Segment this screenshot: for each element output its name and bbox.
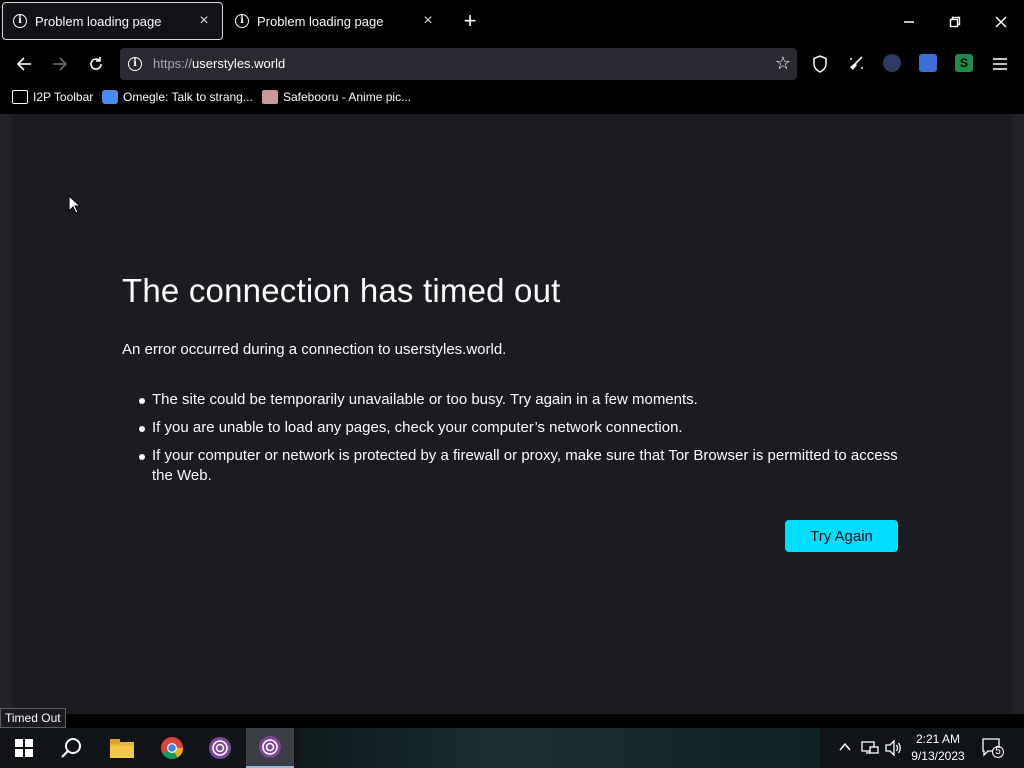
bookmark-i2p-toolbar[interactable]: I2P Toolbar <box>12 90 93 104</box>
network-button[interactable] <box>861 740 879 759</box>
close-icon <box>995 16 1007 28</box>
tab-problem-loading-active[interactable]: i Problem loading page × <box>2 2 223 40</box>
arrow-right-icon <box>53 57 68 71</box>
list-item: If you are unable to load any pages, che… <box>122 418 912 438</box>
system-clock[interactable]: 2:21 AM 9/13/2023 <box>906 731 970 765</box>
url-host: userstyles.world <box>192 56 286 71</box>
stylus-extension-icon[interactable]: S <box>955 54 973 72</box>
chrome-icon <box>161 737 183 759</box>
bookmark-label: Safebooru - Anime pic... <box>283 90 412 104</box>
status-panel: Timed Out <box>0 708 66 728</box>
tor-browser-button[interactable] <box>196 728 244 768</box>
extension-badge-icon[interactable] <box>919 54 937 72</box>
error-description: An error occurred during a connection to… <box>122 341 507 358</box>
start-button[interactable] <box>0 728 48 768</box>
file-explorer-button[interactable] <box>98 728 146 768</box>
tor-browser-icon <box>209 737 231 759</box>
info-icon: i <box>235 14 249 28</box>
bookmark-label: I2P Toolbar <box>33 90 94 104</box>
windows-logo-icon <box>15 739 33 757</box>
notification-count: 5 <box>995 746 1001 757</box>
site-info-icon[interactable]: i <box>128 57 142 71</box>
try-again-button[interactable]: Try Again <box>785 520 898 552</box>
chrome-button[interactable] <box>148 728 196 768</box>
menu-button[interactable] <box>988 52 1012 76</box>
network-icon <box>861 741 879 754</box>
info-icon: i <box>13 14 27 28</box>
folder-icon <box>110 739 134 758</box>
tor-circuit-button[interactable] <box>844 52 868 76</box>
shield-icon <box>813 55 827 73</box>
restore-button[interactable] <box>941 8 969 36</box>
bookmark-label: Omegle: Talk to strang... <box>123 90 253 104</box>
new-tab-button[interactable]: + <box>458 10 482 34</box>
volume-button[interactable] <box>885 739 903 759</box>
url-scheme: https:// <box>153 56 193 71</box>
tor-browser-active-button[interactable] <box>246 728 294 768</box>
list-item: The site could be temporarily unavailabl… <box>122 390 912 410</box>
bookmark-safebooru[interactable]: Safebooru - Anime pic... <box>262 90 411 104</box>
extension-globe-icon[interactable] <box>883 54 901 72</box>
mouse-cursor-icon <box>68 195 82 214</box>
bookmark-star-icon[interactable]: ☆ <box>775 53 791 74</box>
error-suggestions-list: The site could be temporarily unavailabl… <box>122 390 912 494</box>
url-text[interactable]: https://userstyles.world <box>153 56 285 71</box>
bookmark-omegle[interactable]: Omegle: Talk to strang... <box>102 90 253 104</box>
content-left-edge <box>0 114 12 714</box>
tor-browser-icon <box>259 736 281 758</box>
tab-strip: i Problem loading page × i Problem loadi… <box>0 0 1024 44</box>
error-title: The connection has timed out <box>122 272 561 309</box>
navigation-bar: i https://userstyles.world ☆ S <box>0 44 1024 84</box>
folder-icon <box>12 90 28 104</box>
show-hidden-icons-button[interactable] <box>838 740 852 757</box>
chevron-up-icon <box>839 742 851 751</box>
close-window-button[interactable] <box>987 8 1015 36</box>
tab-title: Problem loading page <box>35 13 162 29</box>
hamburger-menu-icon <box>993 58 1007 70</box>
arrow-left-icon <box>16 57 31 71</box>
url-bar[interactable]: i https://userstyles.world ☆ <box>120 48 797 80</box>
reload-button[interactable] <box>84 52 108 76</box>
content-right-edge <box>1012 114 1024 714</box>
minimize-icon <box>904 21 914 23</box>
close-tab-icon[interactable]: × <box>196 13 212 29</box>
forward-button[interactable] <box>48 52 72 76</box>
list-item: If your computer or network is protected… <box>122 446 912 486</box>
safebooru-icon <box>262 90 278 104</box>
search-button[interactable] <box>48 728 96 768</box>
speaker-icon <box>885 739 901 757</box>
tab-problem-loading[interactable]: i Problem loading page × <box>225 2 446 40</box>
omegle-icon <box>102 90 118 104</box>
minimize-button[interactable] <box>895 8 923 36</box>
taskbar: 2:21 AM 9/13/2023 5 <box>0 728 1024 768</box>
back-button[interactable] <box>12 52 36 76</box>
tab-title: Problem loading page <box>257 13 384 29</box>
desktop-wallpaper <box>300 728 820 768</box>
shield-button[interactable] <box>808 52 832 76</box>
search-icon <box>61 738 81 758</box>
bookmarks-toolbar: I2P Toolbar Omegle: Talk to strang... Sa… <box>0 84 1024 114</box>
clock-time: 2:21 AM <box>915 732 961 746</box>
action-center-button[interactable]: 5 <box>982 738 1004 758</box>
close-tab-icon[interactable]: × <box>420 13 436 29</box>
restore-icon <box>949 16 961 28</box>
reload-icon <box>90 57 102 70</box>
broom-icon <box>850 56 863 70</box>
page-content: The connection has timed out An error oc… <box>0 114 1024 714</box>
clock-date: 9/13/2023 <box>911 749 965 763</box>
